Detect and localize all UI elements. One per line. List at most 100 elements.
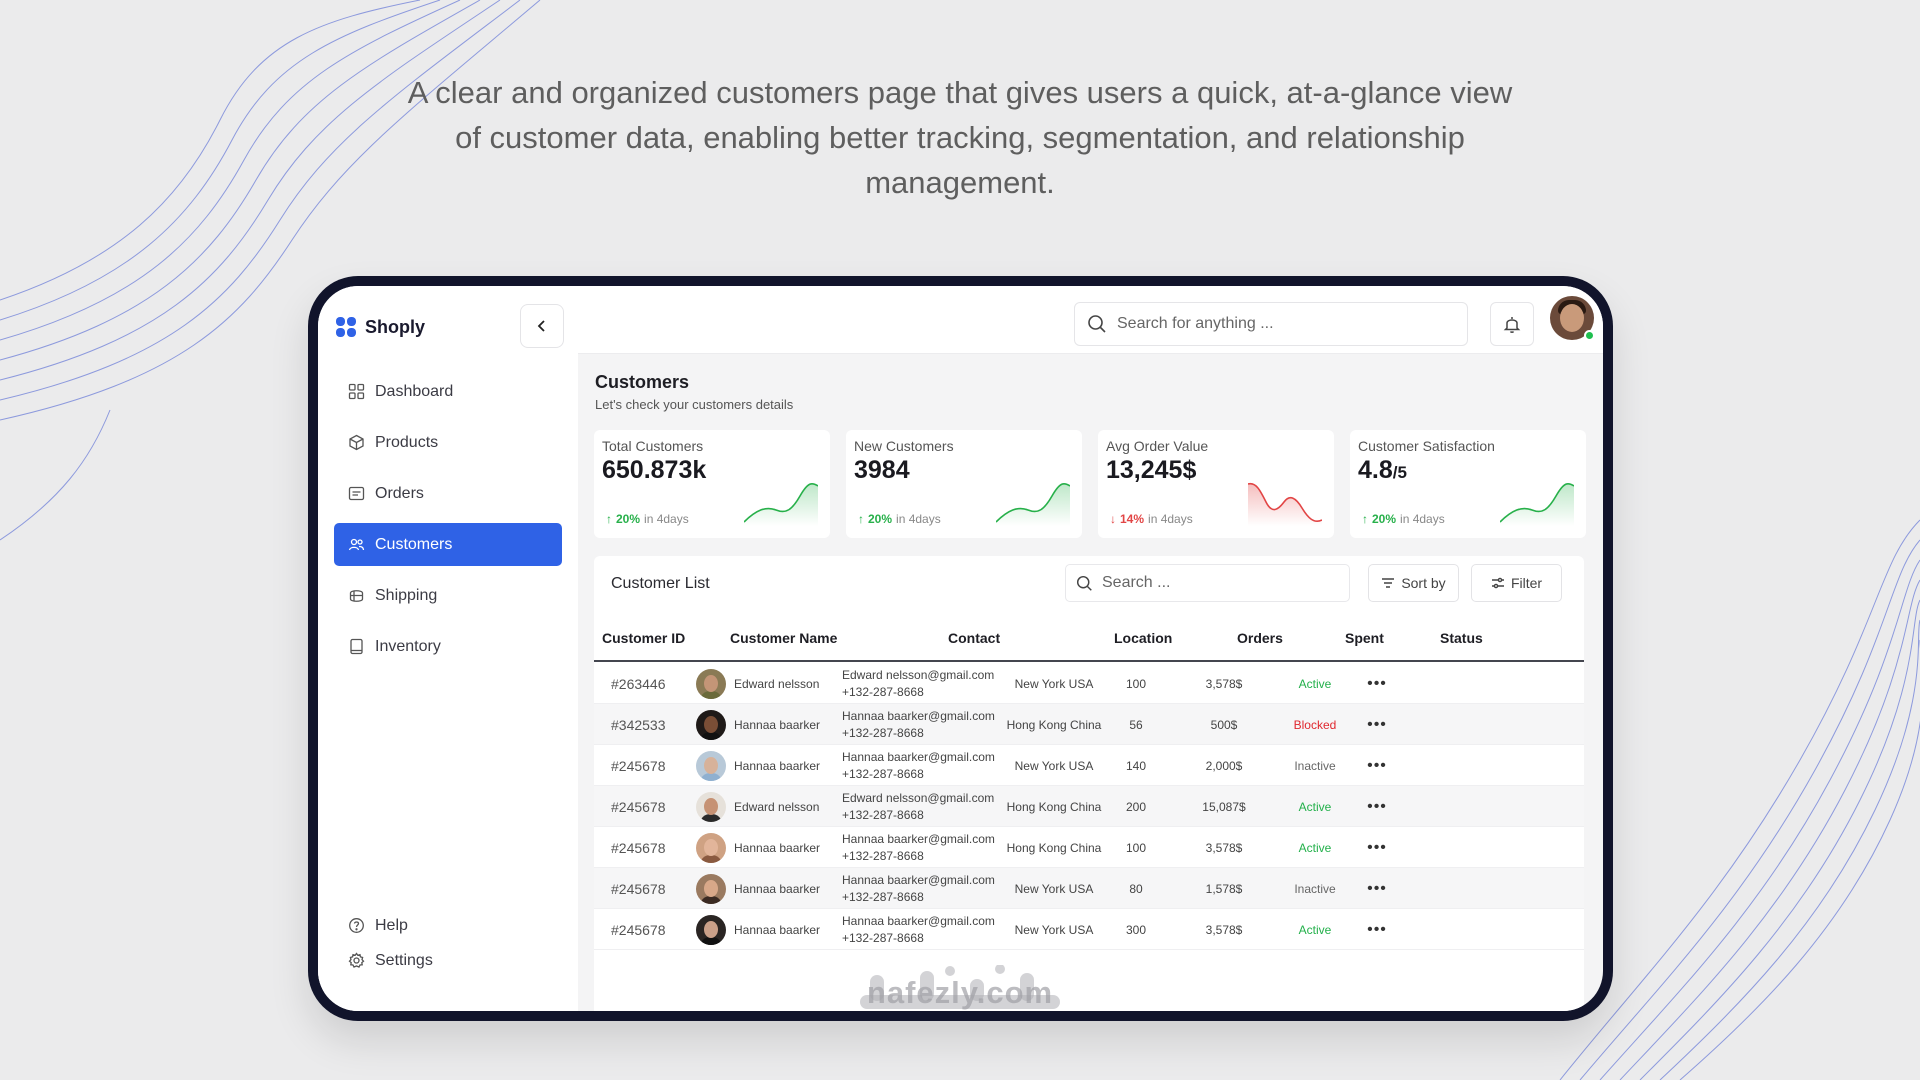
column-header-customer-name[interactable]: Customer Name xyxy=(730,630,837,646)
cell-contact: Hannaa baarker@gmail.com +132-287-8668 xyxy=(842,909,995,950)
column-header-contact[interactable]: Contact xyxy=(948,630,1000,646)
column-header-orders[interactable]: Orders xyxy=(1237,630,1283,646)
table-row[interactable]: #245678 Edward nelsson Edward nelsson@gmai… xyxy=(594,786,1584,827)
customer-search-input[interactable] xyxy=(1102,574,1332,592)
arrow-down-icon: ↓ xyxy=(1110,512,1116,526)
cell-customer-id: #245678 xyxy=(611,921,666,938)
customer-name: Edward nelsson xyxy=(734,676,820,691)
collapse-sidebar-button[interactable] xyxy=(520,304,564,348)
customer-email[interactable]: Hannaa baarker@gmail.com xyxy=(842,872,995,889)
sparkline-chart xyxy=(1500,482,1574,526)
customer-email[interactable]: Edward nelsson@gmail.com xyxy=(842,790,994,807)
customer-phone: +132-287-8668 xyxy=(842,848,924,863)
sidebar-item-inventory[interactable]: Inventory xyxy=(334,625,562,668)
arrow-up-icon: ↑ xyxy=(606,512,612,526)
status-badge: Active xyxy=(1298,922,1332,937)
customer-email[interactable]: Hannaa baarker@gmail.com xyxy=(842,831,995,848)
brand-logo[interactable]: Shoply xyxy=(335,316,425,338)
sidebar-item-customers[interactable]: Customers xyxy=(334,523,562,566)
status-badge: Inactive xyxy=(1294,758,1336,773)
sort-by-button[interactable]: Sort by xyxy=(1368,564,1459,602)
cell-spent: 1,578$ xyxy=(1205,881,1243,896)
stat-trend: ↓ 14% in 4days xyxy=(1110,512,1193,526)
cell-customer-name: Hannaa baarker xyxy=(696,827,820,868)
cell-customer-name: Edward nelsson xyxy=(696,786,819,827)
status-badge: Blocked xyxy=(1293,717,1337,732)
column-header-spent[interactable]: Spent xyxy=(1345,630,1384,646)
sidebar-item-orders[interactable]: Orders xyxy=(334,472,562,515)
sidebar-item-help[interactable]: Help xyxy=(334,908,562,943)
sidebar: Shoply Dashboard Products Orders Custome… xyxy=(318,286,578,1011)
more-options-icon[interactable]: ••• xyxy=(1362,745,1392,786)
customer-email[interactable]: Hannaa baarker@gmail.com xyxy=(842,749,995,766)
more-options-icon[interactable]: ••• xyxy=(1362,704,1392,745)
cell-customer-id: #342533 xyxy=(611,716,666,733)
column-header-status[interactable]: Status xyxy=(1440,630,1483,646)
table-row[interactable]: #245678 Hannaa baarker Hannaa baarker@gmai… xyxy=(594,909,1584,950)
shipping-icon xyxy=(349,590,364,602)
more-options-icon[interactable]: ••• xyxy=(1362,868,1392,909)
stat-label: Avg Order Value xyxy=(1106,438,1209,454)
cell-customer-id: #245678 xyxy=(611,798,666,815)
cell-orders: 200 xyxy=(1125,799,1147,814)
notifications-button[interactable] xyxy=(1490,302,1534,346)
sidebar-nav: Dashboard Products Orders Customers Ship… xyxy=(334,370,562,676)
sparkline-chart xyxy=(744,482,818,526)
cell-orders: 56 xyxy=(1129,717,1143,732)
sidebar-bottom-nav: Help Settings xyxy=(334,908,562,978)
cell-customer-id: #245678 xyxy=(611,839,666,856)
stat-value: 650.873k xyxy=(602,456,707,484)
cell-location: New York USA xyxy=(1014,676,1094,691)
customer-email[interactable]: Hannaa baarker@gmail.com xyxy=(842,708,995,725)
global-search-input[interactable] xyxy=(1117,315,1417,333)
user-avatar[interactable] xyxy=(1550,296,1595,341)
table-row[interactable]: #245678 Hannaa baarker Hannaa baarker@gmai… xyxy=(594,827,1584,868)
sort-by-label: Sort by xyxy=(1401,575,1446,591)
sidebar-item-shipping[interactable]: Shipping xyxy=(334,574,562,617)
customer-email[interactable]: Hannaa baarker@gmail.com xyxy=(842,913,995,930)
device-frame: Shoply Dashboard Products Orders Custome… xyxy=(308,276,1613,1021)
column-header-location[interactable]: Location xyxy=(1114,630,1172,646)
cell-customer-name: Hannaa baarker xyxy=(696,704,820,745)
more-options-icon[interactable]: ••• xyxy=(1362,827,1392,868)
avatar xyxy=(696,668,726,699)
table-row[interactable]: #342533 Hannaa baarker Hannaa baarker@gmai… xyxy=(594,704,1584,745)
more-options-icon[interactable]: ••• xyxy=(1362,663,1392,704)
stat-card-new-customers: New Customers 3984 ↑ 20% in 4days xyxy=(846,430,1082,538)
sidebar-item-dashboard[interactable]: Dashboard xyxy=(334,370,562,413)
avatar xyxy=(696,832,726,863)
cell-spent: 15,087$ xyxy=(1202,799,1246,814)
stat-trend: ↑ 20% in 4days xyxy=(858,512,941,526)
customer-search[interactable] xyxy=(1065,564,1350,602)
sidebar-item-label: Settings xyxy=(375,951,433,969)
avatar xyxy=(696,873,726,904)
table-row[interactable]: #245678 Hannaa baarker Hannaa baarker@gmai… xyxy=(594,868,1584,909)
brand-name: Shoply xyxy=(365,316,426,337)
sidebar-item-settings[interactable]: Settings xyxy=(334,943,562,978)
customer-phone: +132-287-8668 xyxy=(842,889,924,904)
sidebar-item-products[interactable]: Products xyxy=(334,421,562,464)
more-options-icon[interactable]: ••• xyxy=(1362,909,1392,950)
stat-label: Customer Satisfaction xyxy=(1358,438,1495,454)
cell-contact: Hannaa baarker@gmail.com +132-287-8668 xyxy=(842,704,995,745)
sidebar-item-label: Orders xyxy=(375,484,424,502)
cell-orders: 140 xyxy=(1125,758,1147,773)
watermark-text: nafezly.com xyxy=(866,975,1054,1010)
avatar xyxy=(696,791,726,822)
table-row[interactable]: #263446 Edward nelsson Edward nelsson@gmai… xyxy=(594,663,1584,704)
sidebar-item-label: Help xyxy=(375,916,408,934)
cell-orders: 100 xyxy=(1125,840,1147,855)
table-row[interactable]: #245678 Hannaa baarker Hannaa baarker@gmai… xyxy=(594,745,1584,786)
cell-customer-name: Hannaa baarker xyxy=(696,745,820,786)
more-options-icon[interactable]: ••• xyxy=(1362,786,1392,827)
customer-name: Edward nelsson xyxy=(734,799,820,814)
column-header-customer-id[interactable]: Customer ID xyxy=(602,630,685,646)
global-search[interactable] xyxy=(1074,302,1468,346)
customer-email[interactable]: Edward nelsson@gmail.com xyxy=(842,667,994,684)
filter-button[interactable]: Filter xyxy=(1471,564,1562,602)
customer-name: Hannaa baarker xyxy=(734,717,821,732)
cell-contact: Hannaa baarker@gmail.com +132-287-8668 xyxy=(842,745,995,786)
cell-customer-id: #245678 xyxy=(611,880,666,897)
page-subtitle: Let's check your customers details xyxy=(595,397,794,412)
status-badge: Active xyxy=(1298,676,1332,691)
